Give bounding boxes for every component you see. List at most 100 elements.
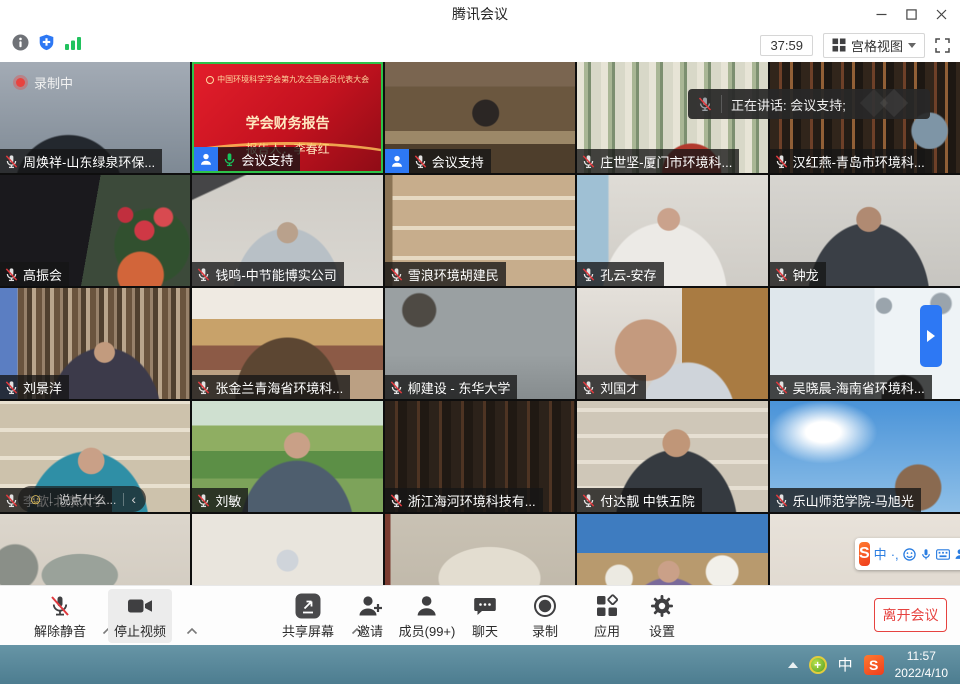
- participant-nameplate: 乐山师范学院-马旭光: [770, 488, 921, 512]
- mic-muted-icon: [774, 267, 789, 282]
- toolbar-settings-button[interactable]: 设置: [643, 589, 681, 643]
- tray-expand-icon[interactable]: [788, 662, 798, 668]
- ime-punctuation-icon[interactable]: ·,: [891, 548, 899, 561]
- participant-nameplate: 孔云-安存: [577, 262, 663, 286]
- participant-tile[interactable]: [0, 514, 190, 585]
- apps-icon: [595, 593, 619, 619]
- participant-video: [192, 514, 382, 585]
- video-grid: 录制中 周焕祥-山东绿泉环保... 中国环境科学学会第九次全国会员代表大会 学会…: [0, 62, 960, 585]
- layout-view-button[interactable]: 宫格视图: [823, 33, 925, 58]
- emoji-icon[interactable]: [903, 548, 916, 561]
- recording-indicator: 录制中: [16, 73, 73, 92]
- ime-toolbar[interactable]: S 中 ·,: [855, 538, 960, 570]
- mic-muted-icon: [581, 493, 596, 508]
- participant-tile[interactable]: 雪浪环境胡建民: [385, 175, 575, 286]
- participant-name: 会议支持: [241, 150, 293, 169]
- toolbar-chat-button[interactable]: 聊天: [466, 589, 504, 643]
- mic-icon[interactable]: [920, 548, 932, 561]
- toolbar-record-button[interactable]: 录制: [526, 589, 564, 643]
- slide-header: 中国环境科学学会第九次全国会员代表大会: [194, 74, 380, 85]
- mic-muted-icon: [581, 154, 596, 169]
- participant-name: 钟龙: [793, 265, 819, 284]
- participant-nameplate: 汉红燕-青岛市环境科...: [770, 149, 932, 173]
- toolbar-share-screen-button[interactable]: 共享屏幕: [276, 589, 340, 643]
- layout-view-label: 宫格视图: [851, 36, 903, 55]
- keyboard-icon[interactable]: [936, 549, 950, 560]
- meeting-toolbar: 解除静音停止视频 共享屏幕邀请成员(99+) 聊天 录制应用设置 离开会议: [0, 585, 960, 646]
- mic-muted-icon: [4, 380, 19, 395]
- participant-name: 张金兰青海省环境科...: [215, 378, 343, 397]
- network-signal-icon[interactable]: [64, 35, 82, 56]
- participant-tile[interactable]: 钟龙: [770, 175, 960, 286]
- participant-name: 高振会: [23, 265, 62, 284]
- window-title: 腾讯会议: [452, 4, 508, 24]
- emoji-icon[interactable]: ☺: [28, 492, 43, 507]
- chat-placeholder: 说点什么...: [58, 491, 116, 508]
- tray-ime-indicator[interactable]: 中: [838, 654, 853, 675]
- quick-chat-input[interactable]: ☺ 说点什么... ‹: [18, 486, 146, 512]
- next-page-button[interactable]: [920, 305, 942, 367]
- toolbar-stop-video-button[interactable]: 停止视频: [108, 589, 172, 643]
- participant-nameplate: 会议支持: [194, 147, 300, 171]
- participant-tile[interactable]: 浙江海河环境科技有...: [385, 401, 575, 512]
- person-icon[interactable]: [954, 548, 960, 560]
- participant-nameplate: 周焕祥-山东绿泉环保...: [0, 149, 162, 173]
- participant-tile[interactable]: [192, 514, 382, 585]
- participant-tile[interactable]: 付达靓 中铁五院: [577, 401, 767, 512]
- meeting-header-bar: 37:59 宫格视图: [0, 28, 960, 62]
- participant-tile[interactable]: 钱鸣-中节能博实公司: [192, 175, 382, 286]
- participant-tile[interactable]: [577, 514, 767, 585]
- participant-tile[interactable]: 刘国才: [577, 288, 767, 399]
- participant-tile[interactable]: 乐山师范学院-马旭光: [770, 401, 960, 512]
- participant-tile[interactable]: 高振会: [0, 175, 190, 286]
- toolbar-invite-button[interactable]: 邀请: [351, 589, 389, 643]
- mic-muted-icon: [697, 96, 713, 112]
- ime-mode-chinese[interactable]: 中: [874, 548, 887, 561]
- grid-view-icon: [832, 38, 846, 52]
- toolbar-invite-label: 邀请: [357, 621, 383, 640]
- participant-nameplate: 付达靓 中铁五院: [577, 488, 702, 512]
- participant-tile[interactable]: 孔云-安存: [577, 175, 767, 286]
- participant-tile[interactable]: 柳建设 - 东华大学: [385, 288, 575, 399]
- mic-muted-icon: [389, 380, 404, 395]
- participant-tile[interactable]: 中国环境科学学会第九次全国会员代表大会 学会财务报告 报告人：李春红 会议支持: [192, 62, 382, 173]
- toolbar-unmute-button[interactable]: 解除静音: [28, 589, 92, 643]
- meeting-info-icon[interactable]: [12, 34, 29, 56]
- gear-icon: [650, 593, 674, 619]
- minimize-button[interactable]: [866, 0, 896, 28]
- mic-muted-icon: [196, 380, 211, 395]
- participant-nameplate: 会议支持: [385, 149, 491, 173]
- maximize-button[interactable]: [896, 0, 926, 28]
- participant-nameplate: 浙江海河环境科技有...: [385, 488, 543, 512]
- tray-antivirus-icon[interactable]: +: [809, 656, 827, 674]
- taskbar-clock[interactable]: 11:57 2022/4/10: [895, 648, 952, 682]
- mic-muted-icon: [196, 267, 211, 282]
- toolbar-chat-label: 聊天: [472, 621, 498, 640]
- tray-sogou-icon[interactable]: S: [864, 655, 884, 675]
- slide-title: 学会财务报告: [194, 113, 380, 133]
- minimize-icon: [876, 9, 887, 20]
- participant-tile[interactable]: 录制中 周焕祥-山东绿泉环保...: [0, 62, 190, 173]
- security-shield-icon[interactable]: [38, 34, 55, 56]
- toolbar-members-button[interactable]: 成员(99+): [393, 589, 462, 643]
- leave-meeting-button[interactable]: 离开会议: [874, 598, 947, 632]
- participant-tile[interactable]: 刘景洋: [0, 288, 190, 399]
- participant-name: 吴晓晨-海南省环境科...: [793, 378, 925, 397]
- sogou-logo-icon[interactable]: S: [859, 542, 870, 566]
- avatar-badge-icon: [194, 147, 218, 171]
- mic-muted-icon: [774, 154, 789, 169]
- participant-tile[interactable]: [385, 514, 575, 585]
- participant-name: 会议支持: [432, 152, 484, 171]
- close-button[interactable]: [926, 0, 956, 28]
- participant-tile[interactable]: 会议支持: [385, 62, 575, 173]
- collapse-icon[interactable]: ‹: [131, 492, 136, 506]
- fullscreen-button[interactable]: [935, 38, 950, 53]
- mic-muted-icon: [4, 493, 19, 508]
- participant-nameplate: 雪浪环境胡建民: [385, 262, 506, 286]
- mic-on-icon: [222, 152, 237, 167]
- participant-tile[interactable]: 刘敏: [192, 401, 382, 512]
- mic-muted-icon: [196, 493, 211, 508]
- participant-tile[interactable]: 张金兰青海省环境科...: [192, 288, 382, 399]
- toolbar-apps-button[interactable]: 应用: [588, 589, 626, 643]
- mic-muted-icon: [774, 380, 789, 395]
